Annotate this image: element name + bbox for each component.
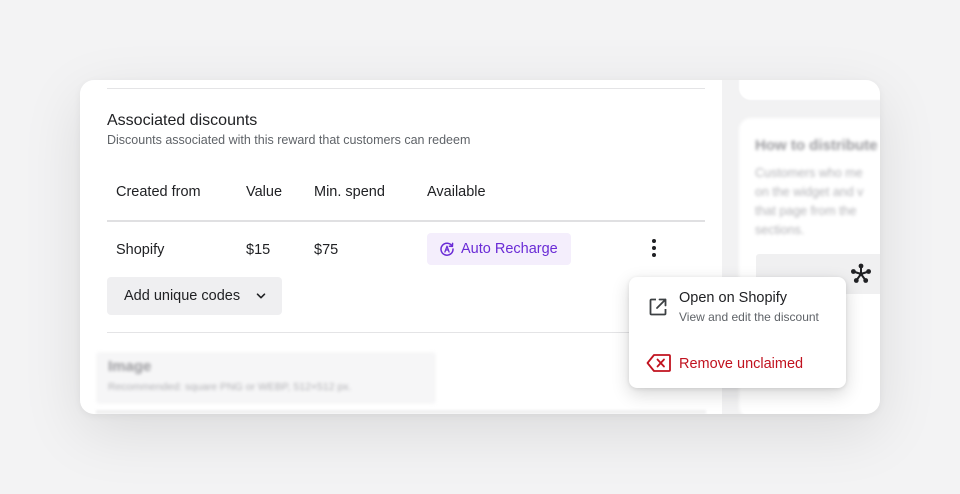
- image-section: Image Recommended: square PNG or WEBP, 5…: [96, 352, 436, 404]
- cell-created-from: Shopify: [116, 242, 165, 258]
- external-link-icon: [649, 298, 667, 316]
- table-row: Shopify $15 $75 Auto Recharge: [107, 222, 705, 278]
- availability-badge: Auto Recharge: [427, 233, 571, 265]
- open-on-shopify-label: Open on Shopify: [679, 290, 788, 306]
- image-section-title: Image: [108, 358, 152, 375]
- side-card-title: How to distribute: [755, 137, 878, 154]
- discounts-table: Created from Value Min. spend Available …: [107, 176, 705, 278]
- add-unique-codes-label: Add unique codes: [124, 288, 241, 304]
- image-section-hint: Recommended: square PNG or WEBP, 512×512…: [108, 381, 352, 393]
- widget-icon: [851, 263, 871, 283]
- divider: [107, 332, 705, 333]
- row-actions-kebab-icon[interactable]: [645, 236, 663, 260]
- side-panel-top-card: [739, 80, 880, 100]
- open-on-shopify-description: View and edit the discount: [679, 310, 819, 324]
- column-header-created-from: Created from: [116, 184, 201, 200]
- auto-recharge-icon: [440, 242, 454, 256]
- column-header-available: Available: [427, 184, 486, 200]
- row-context-menu: Open on Shopify View and edit the discou…: [629, 277, 846, 388]
- divider: [107, 88, 705, 89]
- divider: [96, 410, 706, 414]
- remove-unclaimed-label: Remove unclaimed: [679, 356, 804, 372]
- open-on-shopify-menu-item[interactable]: Open on Shopify View and edit the discou…: [629, 277, 846, 335]
- column-header-min-spend: Min. spend: [314, 184, 385, 200]
- cell-value: $15: [246, 242, 271, 258]
- availability-label: Auto Recharge: [461, 241, 558, 257]
- column-header-value: Value: [246, 184, 283, 200]
- kebab-dot: [652, 253, 656, 257]
- cell-min-spend: $75: [314, 242, 339, 258]
- side-card-text: Customers who me on the widget and v tha…: [755, 166, 864, 237]
- kebab-dot: [652, 246, 656, 250]
- table-header: Created from Value Min. spend Available: [107, 176, 705, 222]
- add-unique-codes-button[interactable]: Add unique codes: [107, 277, 282, 315]
- main-panel: Associated discounts Discounts associate…: [80, 80, 722, 414]
- remove-tag-icon: [646, 354, 671, 372]
- section-title: Associated discounts: [107, 112, 258, 129]
- kebab-dot: [652, 239, 656, 243]
- section-description: Discounts associated with this reward th…: [107, 133, 471, 147]
- chevron-down-icon: [256, 293, 266, 299]
